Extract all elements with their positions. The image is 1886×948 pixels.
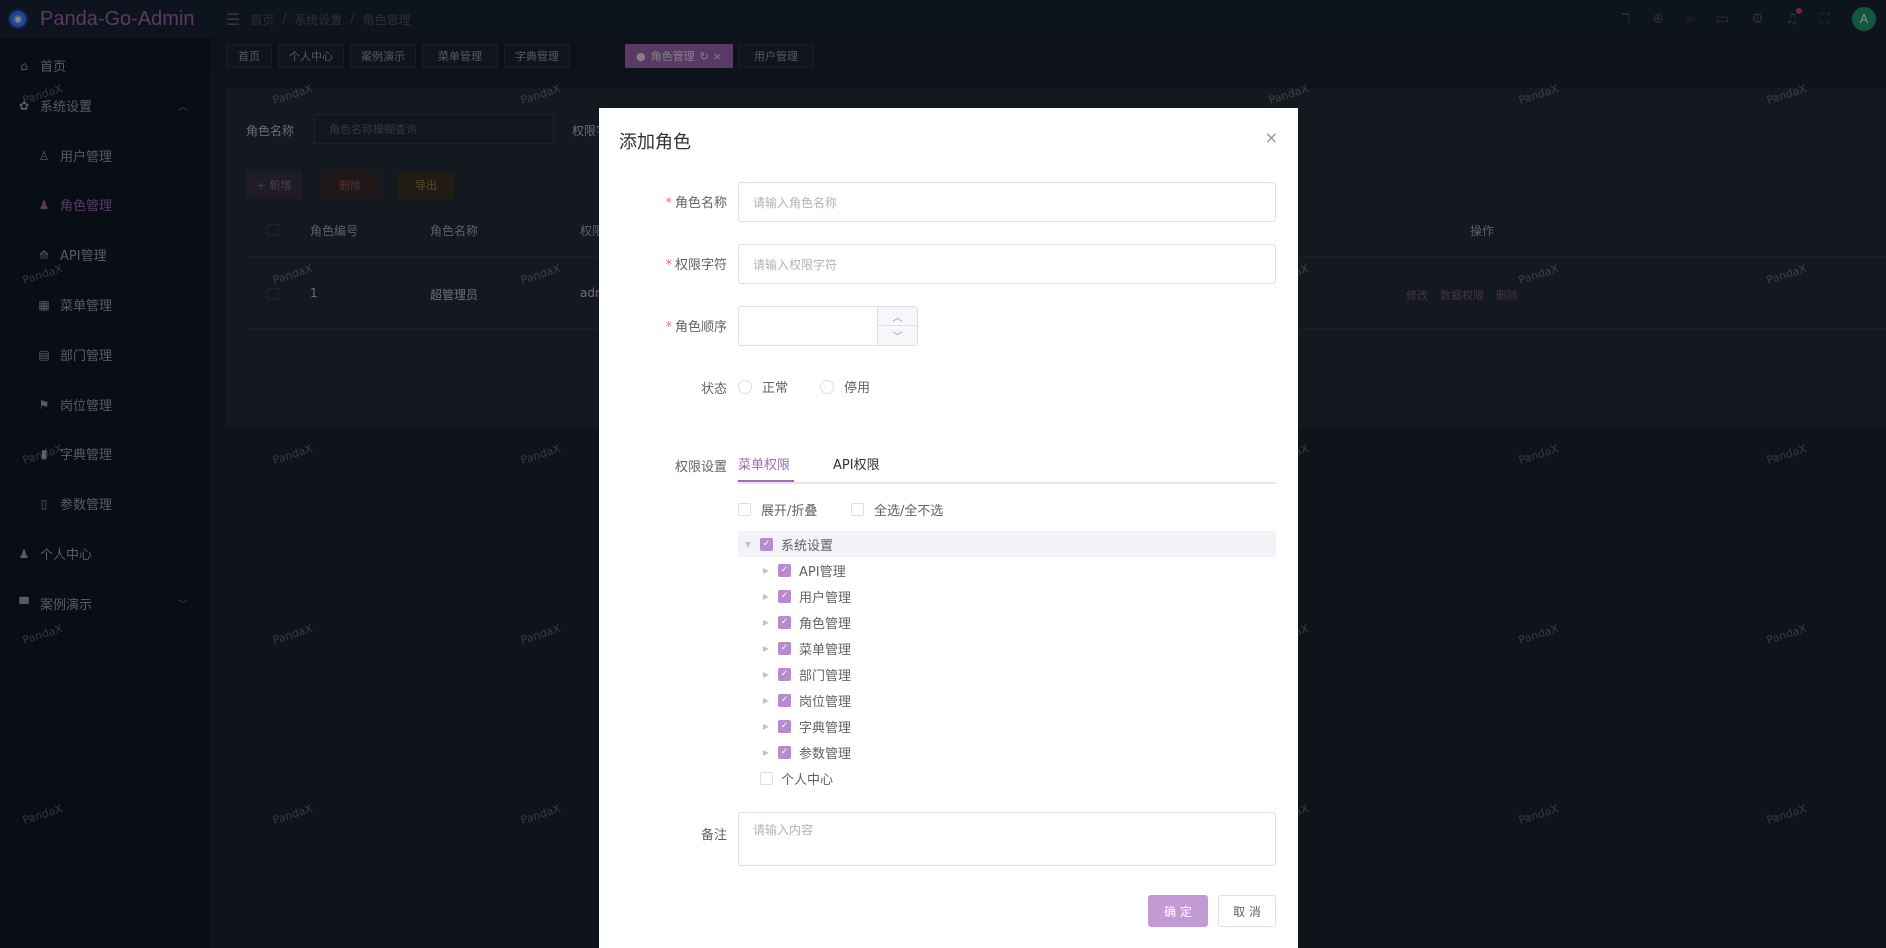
radio-label: 停用: [844, 381, 871, 396]
tab-menu-permissions[interactable]: 菜单权限: [738, 454, 790, 473]
placeholder-text: 请输入内容: [753, 823, 814, 837]
status-normal-radio[interactable]: 正常: [738, 377, 788, 396]
tree-node-label: 系统设置: [781, 538, 834, 554]
checked-checkbox[interactable]: ✓: [760, 537, 773, 551]
tree-node-label: API管理: [799, 564, 846, 580]
tree-node-label: 参数管理: [799, 746, 852, 762]
checked-checkbox[interactable]: ✓: [778, 667, 791, 681]
placeholder-text: 请输入权限字符: [753, 257, 838, 272]
perm-key-input[interactable]: 请输入权限字符: [738, 244, 1276, 284]
cancel-button[interactable]: 取 消: [1218, 895, 1276, 927]
tree-node[interactable]: ▶ ✓ API管理: [760, 557, 846, 583]
caret-right-icon[interactable]: ▶: [760, 644, 772, 653]
confirm-button[interactable]: 确 定: [1148, 895, 1208, 927]
tree-node-profile[interactable]: 个人中心: [742, 765, 833, 791]
checkbox-label: 展开/折叠: [761, 504, 818, 519]
tree-node-label: 用户管理: [799, 590, 852, 606]
tab-api-permissions[interactable]: API权限: [833, 454, 880, 473]
tree-node-label: 个人中心: [781, 772, 834, 788]
tree-node[interactable]: ▶ ✓ 菜单管理: [760, 635, 851, 661]
caret-right-icon[interactable]: ▶: [760, 618, 772, 627]
tree-node[interactable]: ▶ ✓ 参数管理: [760, 739, 851, 765]
dialog-title: 添加角色: [619, 132, 691, 153]
remark-label: 备注: [700, 828, 727, 843]
tree-node-label: 岗位管理: [799, 694, 852, 710]
checkbox-box: [851, 503, 864, 516]
tree-node-label: 角色管理: [799, 616, 852, 632]
perm-tabs: 菜单权限 API权限: [738, 442, 1276, 484]
expand-collapse-checkbox[interactable]: 展开/折叠: [738, 500, 817, 519]
caret-right-icon[interactable]: ▶: [760, 566, 772, 575]
unchecked-checkbox[interactable]: [760, 771, 773, 785]
tree-node[interactable]: ▶ ✓ 字典管理: [760, 713, 851, 739]
role-name-input[interactable]: 请输入角色名称: [738, 182, 1276, 222]
tree-node-system-settings[interactable]: ▼ ✓ 系统设置: [742, 531, 833, 557]
caret-right-icon[interactable]: ▶: [760, 670, 772, 679]
remark-textarea[interactable]: 请输入内容: [738, 812, 1276, 866]
checked-checkbox[interactable]: ✓: [778, 615, 791, 629]
status-disabled-radio[interactable]: 停用: [820, 377, 870, 396]
caret-right-icon[interactable]: ▶: [760, 722, 772, 731]
checked-checkbox[interactable]: ✓: [778, 719, 791, 733]
checked-checkbox[interactable]: ✓: [778, 745, 791, 759]
role-order-stepper[interactable]: ︿ ﹀: [738, 306, 918, 346]
stepper-arrows: ︿ ﹀: [877, 307, 917, 345]
increment-icon[interactable]: ︿: [878, 307, 917, 326]
radio-circle: [738, 379, 752, 394]
tree-node-label: 部门管理: [799, 668, 852, 684]
caret-down-icon[interactable]: ▼: [742, 540, 754, 549]
label-text: 角色名称: [674, 196, 727, 211]
caret-right-icon[interactable]: ▶: [760, 696, 772, 705]
tree-node[interactable]: ▶ ✓ 角色管理: [760, 609, 851, 635]
role-name-label: * 角色名称: [665, 196, 727, 211]
tree-node[interactable]: ▶ ✓ 部门管理: [760, 661, 851, 687]
radio-label: 正常: [762, 381, 789, 396]
tree-node[interactable]: ▶ ✓ 用户管理: [760, 583, 851, 609]
checkbox-box: [738, 503, 751, 516]
decrement-icon[interactable]: ﹀: [878, 326, 917, 345]
checked-checkbox[interactable]: ✓: [778, 589, 791, 603]
checked-checkbox[interactable]: ✓: [778, 641, 791, 655]
perm-key-label: * 权限字符: [665, 258, 727, 273]
close-icon[interactable]: ×: [1265, 128, 1278, 147]
tree-node[interactable]: ▶ ✓ 岗位管理: [760, 687, 851, 713]
active-tab-underline: [738, 480, 794, 482]
tree-node-label: 菜单管理: [799, 642, 852, 658]
checkbox-label: 全选/全不选: [874, 504, 944, 519]
caret-right-icon[interactable]: ▶: [760, 592, 772, 601]
select-all-checkbox[interactable]: 全选/全不选: [851, 500, 943, 519]
label-text: 权限字符: [674, 258, 727, 273]
tree-node-label: 字典管理: [799, 720, 852, 736]
perm-settings-label: 权限设置: [674, 460, 727, 475]
caret-right-icon[interactable]: ▶: [760, 748, 772, 757]
role-order-label: * 角色顺序: [665, 320, 727, 335]
radio-circle: [820, 379, 834, 394]
add-role-dialog: 添加角色 × * 角色名称 请输入角色名称 * 权限字符 请输入权限字符 * 角色顺序…: [599, 108, 1298, 948]
checked-checkbox[interactable]: ✓: [778, 693, 791, 707]
status-label: 状态: [700, 382, 727, 397]
checked-checkbox[interactable]: ✓: [778, 563, 791, 577]
label-text: 角色顺序: [674, 320, 727, 335]
placeholder-text: 请输入角色名称: [753, 195, 838, 210]
